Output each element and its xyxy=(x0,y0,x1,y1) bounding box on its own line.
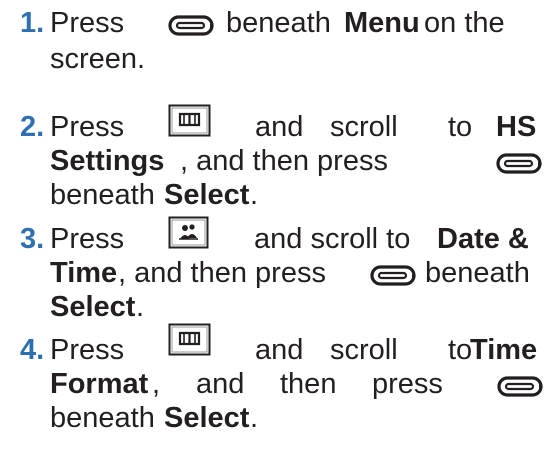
step-text: beneath xyxy=(425,257,530,289)
step-number: 4. xyxy=(20,334,45,366)
step-text: and xyxy=(255,334,304,366)
step-text-bold: Format xyxy=(50,368,149,400)
step-text: scroll xyxy=(330,334,398,366)
step-text: beneath xyxy=(50,179,155,211)
soft-key-icon xyxy=(497,373,545,407)
step-text: and scroll to xyxy=(254,223,411,255)
step-text: on the xyxy=(424,7,505,39)
step-text: Press xyxy=(50,223,125,255)
step-text-bold: Select xyxy=(164,402,250,434)
step-text: screen. xyxy=(50,43,146,75)
step-text-bold: Date & xyxy=(437,223,529,255)
soft-key-icon xyxy=(168,12,216,46)
step-text: , and then press xyxy=(180,145,388,177)
soft-key-icon xyxy=(496,150,544,184)
step-number: 1. xyxy=(20,7,45,39)
step-number: 2. xyxy=(20,111,45,143)
step-text: Press xyxy=(50,7,125,39)
step-text-bold: Menu xyxy=(344,7,420,39)
step-number: 3. xyxy=(20,223,45,255)
intercom-key-icon xyxy=(168,216,210,258)
step-text-bold: HS xyxy=(496,111,537,143)
step-text: to xyxy=(448,111,473,143)
step-text-bold: Time xyxy=(50,257,118,289)
step-text: press xyxy=(372,368,443,400)
step-text: beneath xyxy=(226,7,331,39)
instruction-steps: 1. Press beneath Menu on the screen. 2. … xyxy=(0,0,549,463)
step-text: . xyxy=(136,291,145,323)
step-text: Press xyxy=(50,111,125,143)
step-text: . xyxy=(250,179,259,211)
phonebook-key-icon xyxy=(168,323,212,365)
step-text-bold: Settings xyxy=(50,145,165,177)
step-text: then xyxy=(280,368,337,400)
soft-key-icon xyxy=(370,262,418,296)
step-text: beneath xyxy=(50,402,155,434)
phonebook-key-icon xyxy=(168,104,212,146)
step-text: and xyxy=(255,111,304,143)
step-text-bold: Time xyxy=(470,334,538,366)
step-text: scroll xyxy=(330,111,398,143)
step-text: to xyxy=(448,334,473,366)
step-text-bold: Select xyxy=(164,179,250,211)
step-text: and xyxy=(196,368,245,400)
step-text: , and then press xyxy=(118,257,326,289)
step-text: , xyxy=(152,368,161,400)
step-text-bold: Select xyxy=(50,291,136,323)
step-text: Press xyxy=(50,334,125,366)
step-text: . xyxy=(250,402,259,434)
